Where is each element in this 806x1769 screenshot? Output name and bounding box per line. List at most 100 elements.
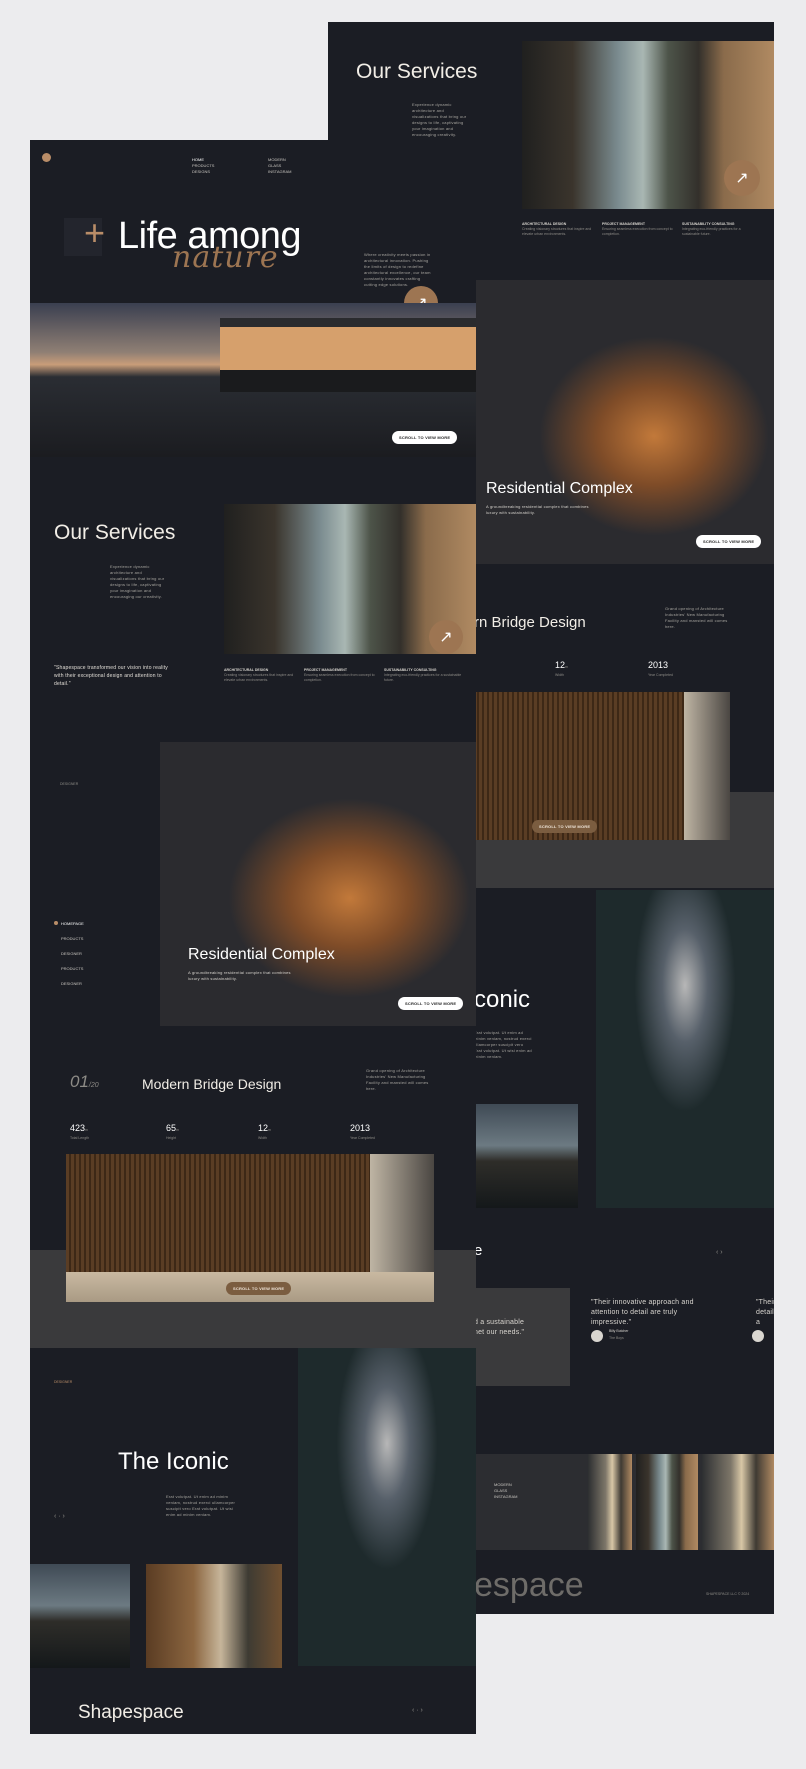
bridge-counter-total: /20 <box>88 1082 99 1089</box>
services-arrow-button[interactable]: ↗ <box>429 620 463 654</box>
back-residential-image <box>474 280 774 564</box>
footer-brand: Shapespace <box>78 1702 184 1723</box>
stat-unit: m <box>85 1128 88 1132</box>
back-footer-image-2 <box>636 1454 698 1550</box>
back-footer-brand: espace <box>474 1566 584 1604</box>
stat-value: 2013 <box>648 660 669 670</box>
side-nav-item-products[interactable]: PRODUCTS <box>54 931 84 946</box>
service-item-2: SUSTAINABILITY CONSULTING Integrating ec… <box>384 668 464 683</box>
back-iconic-title: conic <box>474 986 531 1013</box>
back-testimonial-role: The Boys <box>609 1336 624 1340</box>
back-service-item-0: ARCHITECTURAL DESIGN Creating visionary … <box>522 222 594 237</box>
residential-title: Residential Complex <box>188 946 335 963</box>
back-bridge-stat: 2013 Year Completed <box>648 655 673 678</box>
stat-unit: m <box>565 665 568 669</box>
side-nav-item-products-2[interactable]: PRODUCTS <box>54 961 84 976</box>
side-nav-label: HOMEPAGE <box>61 921 84 926</box>
side-nav-item-homepage[interactable]: HOMEPAGE <box>54 916 84 931</box>
footer-link[interactable]: INSTAGRAM <box>494 1494 517 1500</box>
back-service-item-2: SUSTAINABILITY CONSULTING Integrating ec… <box>682 222 758 237</box>
back-footer-copyright: SHAPESPACE LLC © 2024 <box>706 1592 750 1596</box>
stat-label: Total Length <box>70 1136 90 1140</box>
back-testimonial-partial-quote: d a sustainable net our needs." <box>474 1319 525 1336</box>
bridge-stat: 2013 Year Completed <box>350 1118 375 1141</box>
stat-label: Height <box>166 1136 177 1140</box>
back-bridge-scroll-button[interactable]: SCROLL TO VIEW MORE <box>532 820 598 833</box>
front-page: HOME PRODUCTS DESIGNS MODERN GLASS INSTA… <box>30 140 476 1734</box>
stat-label: Year Completed <box>350 1136 375 1140</box>
back-footer-nav: MODERN GLASS INSTAGRAM <box>494 1482 517 1500</box>
services-title: Our Services <box>54 521 176 544</box>
back-bridge-image-wall <box>684 692 730 840</box>
bridge-counter-current: 01 <box>70 1072 89 1091</box>
stat-label: Width <box>555 673 564 677</box>
residential-text: A groundbreaking residential complex tha… <box>188 970 291 981</box>
bridge-stat: 12m Width <box>258 1118 271 1141</box>
side-nav-item-designer[interactable]: DESIGNER <box>54 946 84 961</box>
hero-script: nature <box>172 240 279 275</box>
iconic-tag: DESIGNER <box>54 1380 73 1384</box>
bridge-scroll-button[interactable]: SCROLL TO VIEW MORE <box>226 1282 292 1295</box>
stat-unit: m <box>176 1128 179 1132</box>
plus-icon: + <box>84 212 106 253</box>
back-bridge-note: Grand opening of Architecture Industries… <box>665 606 728 629</box>
iconic-title: The Iconic <box>118 1448 229 1475</box>
back-services-arrow-button[interactable]: ↗ <box>724 160 760 196</box>
back-testimonial-quote-2: "Their detail a <box>756 1299 774 1326</box>
hero-scroll-button[interactable]: SCROLL TO VIEW MORE <box>392 431 458 444</box>
back-residential-scroll-button[interactable]: SCROLL TO VIEW MORE <box>696 535 762 548</box>
back-testimonial-quote: "Their innovative approach and attention… <box>591 1299 694 1326</box>
bridge-stat: 65m Height <box>166 1118 179 1141</box>
bridge-title: Modern Bridge Design <box>142 1076 282 1092</box>
arrow-icon: ↗ <box>439 629 453 646</box>
hero-description: Where creativity meets passion in archit… <box>364 252 431 287</box>
service-item-1: PROJECT MANAGEMENT Ensuring seamless exe… <box>304 668 376 683</box>
back-service-item-text: Creating visionary structures that inspi… <box>522 227 592 236</box>
residential-scroll-button[interactable]: SCROLL TO VIEW MORE <box>398 997 464 1010</box>
stat-value: 12 <box>555 660 566 670</box>
side-nav: HOMEPAGE PRODUCTS DESIGNER PRODUCTS DESI… <box>54 916 84 991</box>
active-dot-icon <box>54 921 58 925</box>
brand-logo[interactable] <box>42 153 51 162</box>
main-nav-col-2: MODERN GLASS INSTAGRAM <box>268 157 291 175</box>
main-nav-col-1: HOME PRODUCTS DESIGNS <box>192 157 214 175</box>
bridge-note: Grand opening of Architecture Industries… <box>366 1068 429 1091</box>
back-footer-image-1 <box>588 1454 632 1550</box>
residential-tag: DESIGNER <box>60 782 79 786</box>
stat-label: Width <box>258 1136 267 1140</box>
side-nav-item-designer-2[interactable]: DESIGNER <box>54 976 84 991</box>
stat-unit: m <box>268 1128 271 1132</box>
back-testimonial-author: Billy Butcher <box>609 1329 629 1333</box>
stat-label: Year Completed <box>648 673 673 677</box>
back-residential-title: Residential Complex <box>486 480 633 497</box>
service-item-0: ARCHITECTURAL DESIGN Creating visionary … <box>224 668 296 683</box>
back-footer-image-3 <box>702 1454 774 1550</box>
back-bridge-title: rn Bridge Design <box>474 614 586 631</box>
nav-link-designs[interactable]: DESIGNS <box>192 169 214 175</box>
stat-value: 12 <box>258 1123 269 1133</box>
nav-link-instagram[interactable]: INSTAGRAM <box>268 169 291 175</box>
services-description: Experience dynamic architecture and visu… <box>110 564 165 599</box>
avatar <box>752 1330 764 1342</box>
stat-value: 423 <box>70 1123 86 1133</box>
back-iconic-aerial-image <box>596 890 774 1208</box>
arrow-icon: ↗ <box>735 170 749 187</box>
iconic-image-1 <box>30 1564 130 1668</box>
service-item-text: Creating visionary structures that inspi… <box>224 673 294 682</box>
services-quote: "Shapespace transformed our vision into … <box>54 665 169 687</box>
footer-carousel-nav[interactable]: ‹ · › <box>412 1707 423 1714</box>
iconic-carousel-nav[interactable]: ‹ · › <box>54 1513 65 1520</box>
iconic-text: Erat volutpat. Ut enim ad minim veniam, … <box>166 1494 236 1517</box>
iconic-image-2 <box>146 1564 282 1668</box>
avatar <box>591 1330 603 1342</box>
hero-house <box>220 318 476 392</box>
stat-value: 65 <box>166 1123 177 1133</box>
bridge-counter: 01/20 <box>70 1072 99 1092</box>
back-residential-text: A groundbreaking residential complex tha… <box>486 504 589 515</box>
iconic-aerial-image <box>298 1348 476 1666</box>
residential-image <box>160 742 476 1026</box>
back-iconic-image <box>474 1104 578 1208</box>
back-testimonials-nav[interactable]: ‹ › <box>716 1249 723 1256</box>
back-service-item-text: Integrating eco-friendly practices for a… <box>682 227 741 236</box>
back-iconic-text: Erat volutpat. Ut enim ad minim veniam, … <box>474 1030 532 1059</box>
